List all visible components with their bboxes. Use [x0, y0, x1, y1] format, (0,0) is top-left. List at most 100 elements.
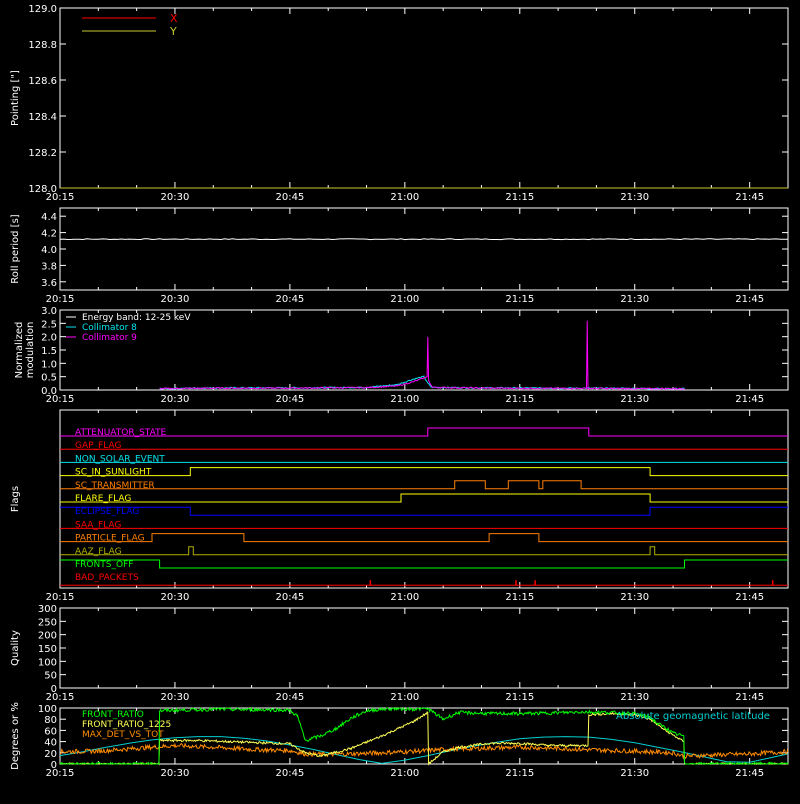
flags-xtick-label: 21:45: [735, 592, 764, 603]
roll-frame: [59, 207, 789, 291]
modulation-series-9: [159, 320, 685, 391]
pointing-ytick-label: 129.0: [28, 4, 57, 15]
quality-ytick-label: 150: [38, 644, 57, 655]
ratios-xtick-label: 21:45: [735, 768, 764, 779]
flag-label: FRONTS_OFF: [75, 560, 133, 570]
roll-panel: 20:15 20:30 20:45 21:00 21:15 21:30 21:45 3.6 3.…: [10, 207, 789, 305]
flags-xtick-label: 21:15: [505, 592, 534, 603]
flags-xtick-label: 20:30: [161, 592, 190, 603]
flag-line: [60, 506, 788, 516]
flag-label: ECLIPSE_FLAG: [75, 507, 139, 517]
pointing-ytick-label: 128.2: [28, 148, 57, 159]
flags-ylabel: Flags: [10, 486, 21, 512]
modulation-xtick-label: 21:00: [390, 394, 419, 405]
roll-xtick-label: 21:00: [390, 294, 419, 305]
modulation-legend-item: Collimator 9: [82, 333, 137, 343]
quality-xtick-label: 21:15: [505, 692, 534, 703]
pointing-ytick-label: 128.6: [28, 76, 57, 87]
modulation-ytick-label: 0.5: [41, 373, 57, 384]
roll-ytick-label: 4.0: [41, 245, 57, 256]
flags-xtick-label: 20:15: [46, 592, 75, 603]
modulation-ytick-label: 1.0: [41, 359, 57, 370]
quality-xtick-label: 21:00: [390, 692, 419, 703]
modulation-ytick-label: 0.0: [41, 386, 57, 397]
pointing-xtick-label: 21:00: [390, 192, 419, 203]
pointing-xtick-label: 21:15: [505, 192, 534, 203]
modulation-panel: 20:15 20:30 20:45 21:00 21:15 21:30 21:450.00.…: [14, 306, 789, 405]
flag-line: [60, 546, 788, 556]
modulation-legend-item: Energy band: 12-25 keV: [82, 313, 191, 323]
modulation-ytick-label: 3.0: [41, 306, 57, 317]
ratios-ytick-label: 60: [44, 726, 57, 737]
flag-particle_flag: PARTICLE_FLAG: [60, 533, 788, 544]
flag-line: [60, 533, 788, 543]
quality-ytick-label: 300: [38, 604, 57, 615]
ratios-ytick-label: 100: [38, 704, 57, 715]
quality-ytick-label: 200: [38, 631, 57, 642]
flag-label: BAD_PACKETS: [75, 573, 139, 583]
flags-panel: 20:15 20:30 20:45 21:00 21:15 21:30 21:45 Flags…: [10, 409, 789, 603]
quality-ytick-label: 0: [51, 684, 57, 695]
roll-ytick-label: 3.6: [41, 278, 57, 289]
flag-line: [60, 427, 788, 437]
quality-xtick-label: 21:45: [735, 692, 764, 703]
modulation-xtick-label: 21:30: [620, 394, 649, 405]
ratios-ytick-label: 20: [44, 749, 57, 760]
roll-xtick-label: 21:45: [735, 294, 764, 305]
roll-xtick-label: 20:45: [275, 294, 304, 305]
flag-sc_transmitter: SC_TRANSMITTER: [60, 480, 788, 491]
flag-non_solar_event: NON_SOLAR_EVENT: [60, 454, 788, 464]
roll-ytick-label: 3.8: [41, 261, 57, 272]
ratios-legend-item: FRONT_RATIO: [82, 710, 144, 720]
pointing-ytick-label: 128.0: [28, 184, 57, 195]
pointing-ytick-label: 128.8: [28, 40, 57, 51]
ratios-legend-item: FRONT_RATIO_1225: [82, 720, 171, 730]
modulation-xtick-label: 20:30: [161, 394, 190, 405]
pointing-xtick-label: 21:45: [735, 192, 764, 203]
flag-attenuator_state: ATTENUATOR_STATE: [60, 427, 788, 438]
flag-line: [60, 467, 788, 477]
flags-xtick-label: 20:45: [275, 592, 304, 603]
ratios-panel: 20:15 20:30 20:45 21:00 21:15 21:30 21:4502040…: [10, 702, 789, 779]
pointing-ytick-label: 128.4: [28, 112, 57, 123]
ratios-annotation: Absolute geomagnetic latitude: [616, 711, 770, 722]
flag-line: [60, 493, 788, 503]
flag-line: [60, 480, 788, 490]
plot-canvas: 20:15 20:30 20:45 21:00 21:15 21:30 21:45 128.0…: [10, 4, 789, 779]
ratios-ytick-label: 0: [51, 760, 57, 771]
quality-panel: 20:15 20:30 20:45 21:00 21:15 21:30 21:4505010…: [10, 604, 789, 703]
ratios-xtick-label: 20:45: [275, 768, 304, 779]
ratios-xtick-label: 21:30: [620, 768, 649, 779]
modulation-ylabel-2: modulation: [25, 322, 36, 379]
flags-xtick-label: 21:00: [390, 592, 419, 603]
roll-xtick-label: 21:30: [620, 294, 649, 305]
quality-ytick-label: 250: [38, 617, 57, 628]
modulation-legend-item: Collimator 8: [82, 323, 137, 333]
modulation-xtick-label: 21:45: [735, 394, 764, 405]
quality-frame: [59, 607, 789, 689]
pointing-ylabel: Pointing ["]: [10, 70, 21, 126]
flag-aaz_flag: AAZ_FLAG: [60, 546, 788, 557]
ratios-legend-item: MAX_DET_VS_TOT: [82, 730, 164, 740]
flag-bad_packets: BAD_PACKETS: [60, 573, 788, 586]
ratios-ytick-label: 40: [44, 738, 57, 749]
quality-xtick-label: 20:30: [161, 692, 190, 703]
roll-xtick-label: 21:15: [505, 294, 534, 305]
flag-flare_flag: FLARE_FLAG: [60, 493, 788, 504]
modulation-ytick-label: 1.5: [41, 346, 57, 357]
roll-xtick-label: 20:15: [46, 294, 75, 305]
pointing-xtick-label: 20:45: [275, 192, 304, 203]
ratios-xtick-label: 21:00: [390, 768, 419, 779]
ratios-xtick-label: 20:30: [161, 768, 190, 779]
pointing-xtick-label: 21:30: [620, 192, 649, 203]
roll-ytick-label: 4.4: [41, 212, 57, 223]
flag-line: [60, 559, 788, 569]
quality-xtick-label: 21:30: [620, 692, 649, 703]
modulation-ylabel: Normalized: [14, 322, 25, 379]
quality-ytick-label: 100: [38, 657, 57, 668]
ratios-ytick-label: 80: [44, 715, 57, 726]
roll-xtick-label: 20:30: [161, 294, 190, 305]
roll-ytick-label: 4.2: [41, 229, 57, 240]
ratios-xtick-label: 21:15: [505, 768, 534, 779]
modulation-xtick-label: 20:45: [275, 394, 304, 405]
